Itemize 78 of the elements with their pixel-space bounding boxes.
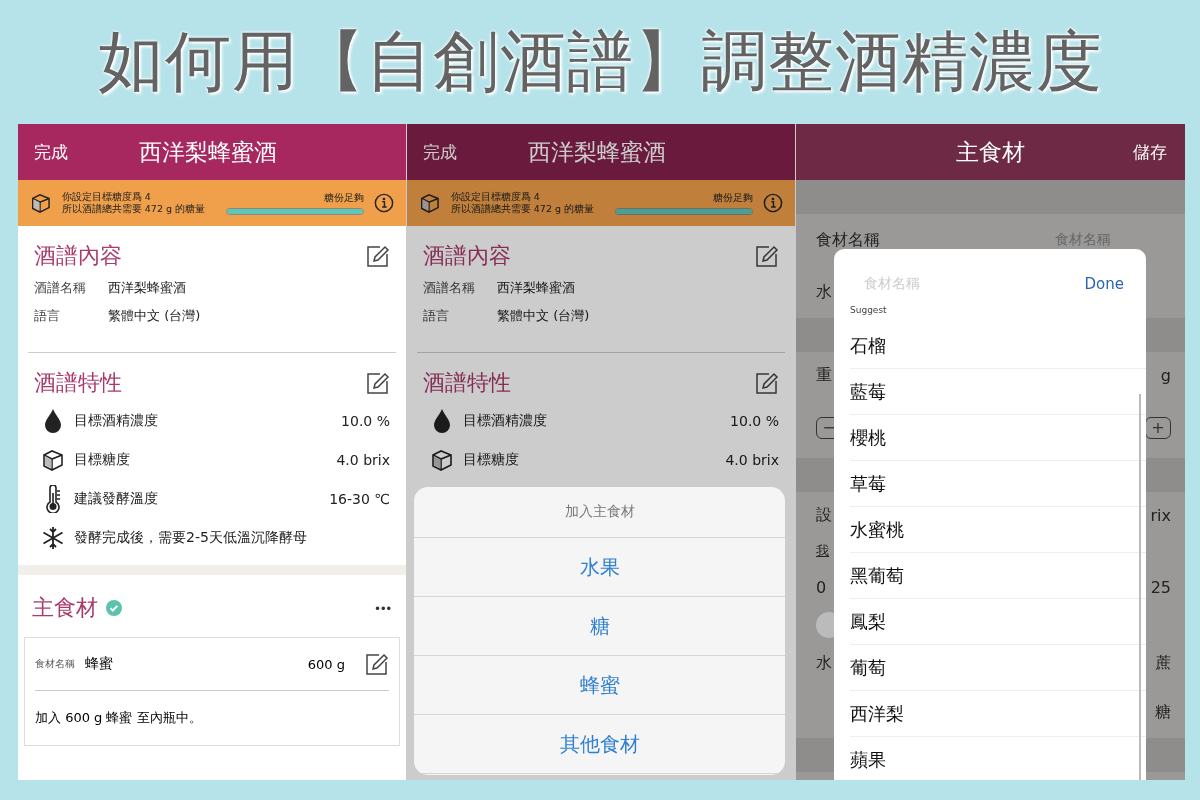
section-heading: 酒譜特性 — [423, 369, 511, 397]
sheet-option[interactable]: 糖 — [414, 597, 785, 656]
field-label: 語言 — [423, 307, 450, 325]
property-value: 10.0 % — [730, 412, 779, 429]
field-value: 西洋梨蜂蜜酒 — [108, 279, 186, 297]
form-label: 設 — [816, 504, 832, 526]
form-value: rix — [1150, 505, 1171, 525]
form-label: 重 — [816, 364, 832, 386]
property-value: 10.0 % — [341, 412, 390, 429]
edit-icon[interactable] — [366, 371, 390, 395]
property-value: 4.0 brix — [725, 451, 779, 468]
form-label: 水 — [816, 652, 832, 674]
form-label: 水 — [816, 281, 832, 303]
property-label: 目標糖度 — [74, 450, 131, 469]
form-value: 糖 — [1155, 701, 1171, 723]
cube-icon — [419, 191, 441, 215]
form-value: g — [1160, 365, 1171, 385]
property-label: 發酵完成後，需要2-5天低溫沉降酵母 — [74, 528, 308, 547]
thermometer-icon — [44, 484, 62, 513]
section-heading: 主食材 — [32, 594, 98, 622]
property-label: 建議發酵溫度 — [74, 489, 159, 508]
field-value: 繁體中文 (台灣) — [108, 307, 201, 325]
sheet-option[interactable]: 蜂蜜 — [414, 656, 785, 715]
ingredient-note: 加入 600 g 蜂蜜 至內瓶中。 — [35, 709, 202, 727]
ingredient-name: 蜂蜜 — [85, 655, 114, 673]
screen-title: 西洋梨蜂蜜酒 — [528, 137, 666, 167]
section-heading: 酒譜特性 — [34, 369, 122, 397]
sugar-status: 糖份足夠 — [713, 191, 754, 205]
sheet-option[interactable]: 水果 — [414, 538, 785, 597]
done-button[interactable]: 完成 — [423, 140, 528, 164]
field-value: 西洋梨蜂蜜酒 — [497, 279, 575, 297]
sheet-option[interactable]: 其他食材 — [414, 715, 785, 774]
page-title: 如何用【自創酒譜】調整酒精濃度 — [97, 22, 1103, 102]
property-value: 16-30 ℃ — [329, 490, 390, 507]
snowflake-icon — [41, 525, 65, 550]
banner-text: 所以酒譜總共需要 472 g 的糖量 — [450, 203, 595, 215]
form-label: 食材名稱 — [816, 229, 880, 251]
form-label: 0 — [816, 577, 827, 597]
form-value: 蔗 — [1155, 652, 1171, 674]
drop-icon — [432, 407, 452, 434]
cube-icon — [430, 447, 454, 472]
banner-text: 你設定目標糖度爲 4 — [450, 191, 541, 203]
form-value: 25 — [1150, 577, 1171, 597]
link[interactable]: 我 — [816, 542, 829, 560]
edit-icon[interactable] — [365, 652, 389, 676]
suggestion-item[interactable]: 石榴 — [850, 323, 1146, 369]
section-label: Suggest — [850, 305, 888, 317]
screen-title: 主食材 — [956, 137, 1025, 167]
info-icon[interactable] — [763, 192, 783, 214]
edit-icon[interactable] — [366, 244, 390, 268]
property-value: 4.0 brix — [336, 451, 390, 468]
sugar-status: 糖份足夠 — [324, 191, 365, 205]
property-label: 目標酒精濃度 — [74, 411, 159, 430]
edit-icon[interactable] — [755, 371, 779, 395]
more-button[interactable]: ••• — [375, 600, 392, 616]
field-value: 繁體中文 (台灣) — [497, 307, 590, 325]
property-label: 目標酒精濃度 — [463, 411, 548, 430]
done-button[interactable]: Done — [1084, 275, 1124, 293]
cube-icon — [41, 447, 65, 472]
save-button[interactable]: 儲存 — [1133, 140, 1167, 164]
field-label: 酒譜名稱 — [34, 279, 87, 297]
section-heading: 酒譜內容 — [423, 242, 511, 270]
drop-icon — [43, 407, 63, 434]
done-button[interactable]: 完成 — [34, 140, 139, 164]
edit-icon[interactable] — [755, 244, 779, 268]
sheet-title: 加入主食材 — [414, 487, 785, 538]
screen-title: 西洋梨蜂蜜酒 — [139, 137, 277, 167]
property-label: 目標糖度 — [463, 450, 520, 469]
banner-text: 你設定目標糖度爲 4 — [61, 191, 152, 203]
field-label: 酒譜名稱 — [423, 279, 476, 297]
section-heading: 酒譜內容 — [34, 242, 122, 270]
banner-text: 所以酒譜總共需要 472 g 的糖量 — [61, 203, 206, 215]
info-icon[interactable] — [374, 192, 394, 214]
field-label: 食材名稱 — [35, 657, 75, 671]
field-label: 語言 — [34, 307, 61, 325]
check-icon — [106, 600, 122, 616]
cube-icon — [30, 191, 52, 215]
ingredient-amount: 600 g — [307, 656, 345, 672]
